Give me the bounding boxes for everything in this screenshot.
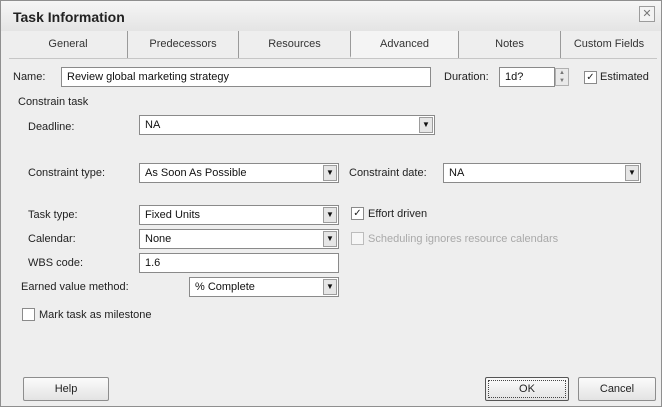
name-field[interactable]: Review global marketing strategy [61, 67, 431, 87]
duration-field[interactable]: 1d? [499, 67, 555, 87]
constraint-date-label: Constraint date: [349, 167, 427, 179]
title-bar[interactable]: Task Information ✕ [1, 1, 661, 31]
tab-strip: General Predecessors Resources Advanced … [9, 31, 657, 59]
chevron-down-icon[interactable]: ▼ [419, 117, 433, 133]
milestone-checkbox[interactable] [22, 308, 35, 321]
tab-advanced[interactable]: Advanced [350, 31, 458, 58]
constraint-type-label: Constraint type: [28, 167, 106, 179]
calendar-value: None [145, 233, 172, 245]
wbs-code-label: WBS code: [28, 257, 84, 269]
duration-label: Duration: [444, 71, 489, 83]
chevron-down-icon[interactable]: ▼ [323, 165, 337, 181]
tab-predecessors[interactable]: Predecessors [127, 31, 238, 58]
chevron-down-icon[interactable]: ▼ [323, 207, 337, 223]
calendar-label: Calendar: [28, 233, 76, 245]
tab-general[interactable]: General [9, 31, 127, 58]
scheduling-ignores-label: Scheduling ignores resource calendars [368, 233, 559, 245]
earned-value-label: Earned value method: [21, 281, 129, 293]
duration-spinner[interactable]: ▲ ▼ [555, 68, 569, 86]
name-label: Name: [13, 71, 46, 83]
constrain-task-heading: Constrain task [18, 96, 89, 108]
checkmark-icon: ✓ [353, 208, 362, 219]
chevron-down-icon[interactable]: ▼ [323, 279, 337, 295]
estimated-label: Estimated [600, 71, 649, 83]
tab-notes[interactable]: Notes [458, 31, 560, 58]
task-information-dialog: Task Information ✕ General Predecessors … [0, 0, 662, 407]
dialog-title: Task Information [13, 9, 125, 25]
ok-button[interactable]: OK [485, 377, 569, 401]
constraint-date-combo[interactable]: NA ▼ [443, 163, 641, 183]
earned-value-value: % Complete [195, 281, 255, 293]
effort-driven-checkbox[interactable]: ✓ [351, 207, 364, 220]
effort-driven-label: Effort driven [368, 208, 428, 220]
close-button[interactable]: ✕ [639, 6, 655, 22]
estimated-checkbox[interactable]: ✓ [584, 71, 597, 84]
wbs-code-field[interactable]: 1.6 [139, 253, 339, 273]
close-icon: ✕ [642, 8, 652, 20]
scheduling-ignores-checkbox[interactable] [351, 232, 364, 245]
milestone-label: Mark task as milestone [39, 309, 152, 321]
tab-resources[interactable]: Resources [238, 31, 350, 58]
task-type-label: Task type: [28, 209, 78, 221]
chevron-down-icon[interactable]: ▼ [323, 231, 337, 247]
constraint-type-value: As Soon As Possible [145, 167, 247, 179]
deadline-value: NA [145, 119, 161, 131]
earned-value-combo[interactable]: % Complete ▼ [189, 277, 339, 297]
spinner-icon: ▲ ▼ [559, 70, 565, 84]
tab-custom-fields[interactable]: Custom Fields [560, 31, 657, 58]
task-type-combo[interactable]: Fixed Units ▼ [139, 205, 339, 225]
cancel-button[interactable]: Cancel [578, 377, 656, 401]
constraint-type-combo[interactable]: As Soon As Possible ▼ [139, 163, 339, 183]
chevron-down-icon[interactable]: ▼ [625, 165, 639, 181]
deadline-label: Deadline: [28, 121, 75, 133]
calendar-combo[interactable]: None ▼ [139, 229, 339, 249]
help-button[interactable]: Help [23, 377, 109, 401]
constraint-date-value: NA [449, 167, 465, 179]
task-type-value: Fixed Units [145, 209, 201, 221]
checkmark-icon: ✓ [586, 72, 595, 83]
deadline-combo[interactable]: NA ▼ [139, 115, 435, 135]
